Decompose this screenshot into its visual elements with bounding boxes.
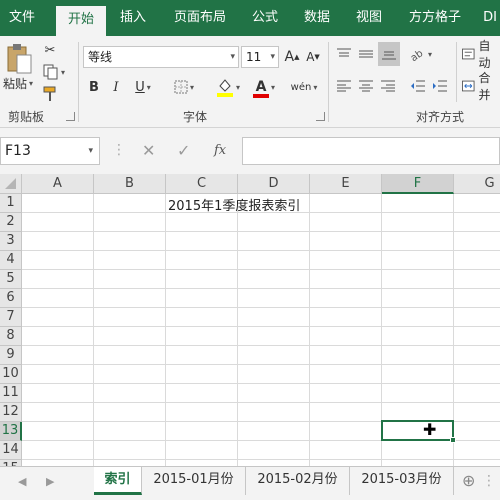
tab-view[interactable]: 视图 xyxy=(348,5,390,31)
formula-bar: F13 ▾ ⋮ ✕ ✓ fx xyxy=(0,128,500,174)
row-header-6[interactable]: 6 xyxy=(0,289,22,308)
grow-font-button[interactable]: A ▲ xyxy=(283,46,301,68)
font-size-select[interactable]: 11 ▾ xyxy=(241,46,279,68)
sheet-tab-2015-01[interactable]: 2015-01月份 xyxy=(142,467,246,495)
align-top-icon[interactable] xyxy=(334,44,354,64)
cut-icon[interactable]: ✂ xyxy=(40,40,60,60)
row-header-9[interactable]: 9 xyxy=(0,346,22,365)
cell-c1[interactable]: 2015年1季度报表索引 xyxy=(168,195,300,214)
row-header-14[interactable]: 14 xyxy=(0,441,22,460)
font-color-button[interactable]: A ▾ xyxy=(248,74,280,100)
svg-text:ab: ab xyxy=(410,48,425,61)
row-header-8[interactable]: 8 xyxy=(0,327,22,346)
tab-fangfang-gezi[interactable]: 方方格子 xyxy=(400,5,470,31)
sheet-tab-index[interactable]: 索引 xyxy=(94,467,142,495)
row-header-11[interactable]: 11 xyxy=(0,384,22,403)
formula-input[interactable] xyxy=(242,137,500,165)
alignment-group-label: 对齐方式 xyxy=(415,110,464,124)
merge-center-button[interactable]: 合并 xyxy=(462,71,500,102)
cancel-icon[interactable]: ✕ xyxy=(142,141,155,160)
sheet-bar-splitter-icon[interactable]: ⋮ xyxy=(482,473,496,489)
wrap-text-button[interactable]: 自动 xyxy=(462,39,500,70)
column-header-a[interactable]: A xyxy=(22,174,94,194)
tab-formulas[interactable]: 公式 xyxy=(244,5,286,31)
fill-color-button[interactable]: ▾ xyxy=(212,74,244,100)
decrease-indent-icon[interactable] xyxy=(408,76,428,96)
tab-data[interactable]: 数据 xyxy=(296,5,338,31)
divider xyxy=(328,42,329,122)
sheet-tab-2015-03[interactable]: 2015-03月份 xyxy=(350,467,454,495)
tab-di[interactable]: DI xyxy=(480,5,500,31)
font-launcher-icon[interactable] xyxy=(316,112,325,121)
orientation-icon[interactable]: ab ▾ xyxy=(406,44,436,64)
align-right-icon[interactable] xyxy=(378,76,398,96)
sheet-tab-bar: ◀ ▶ 索引 2015-01月份 2015-02月份 2015-03月份 ⊕ ⋮ xyxy=(0,466,500,500)
row-header-7[interactable]: 7 xyxy=(0,308,22,327)
formula-bar-grip-icon[interactable]: ⋮ xyxy=(112,142,126,158)
clipboard-group-label: 剪贴板 xyxy=(7,110,44,124)
tab-home[interactable]: 开始 xyxy=(56,6,106,36)
divider xyxy=(78,42,79,122)
font-name-select[interactable]: 等线 ▾ xyxy=(83,46,239,68)
tab-insert[interactable]: 插入 xyxy=(110,5,156,31)
align-middle-icon[interactable] xyxy=(356,44,376,64)
align-left-icon[interactable] xyxy=(334,76,354,96)
column-header-f[interactable]: F xyxy=(382,174,454,194)
format-painter-icon[interactable] xyxy=(40,84,60,104)
scroll-sheets-right-icon[interactable]: ▶ xyxy=(46,475,54,488)
name-box[interactable]: F13 ▾ xyxy=(0,137,100,165)
column-header-b[interactable]: B xyxy=(94,174,166,194)
sheet-tab-2015-02[interactable]: 2015-02月份 xyxy=(246,467,350,495)
shrink-font-button[interactable]: A ▼ xyxy=(304,46,322,68)
scroll-sheets-left-icon[interactable]: ◀ xyxy=(18,475,26,488)
cross-cursor-icon: ✚ xyxy=(423,420,437,439)
row-header-3[interactable]: 3 xyxy=(0,232,22,251)
active-cell-f13[interactable] xyxy=(381,420,454,441)
select-all-corner[interactable] xyxy=(0,174,22,194)
row-header-5[interactable]: 5 xyxy=(0,270,22,289)
add-sheet-icon[interactable]: ⊕ xyxy=(462,471,475,490)
divider xyxy=(456,42,457,102)
clipboard-launcher-icon[interactable] xyxy=(66,112,75,121)
copy-icon[interactable]: ▾ xyxy=(40,62,68,82)
insert-function-icon[interactable]: fx xyxy=(214,143,226,158)
ribbon-tab-bar: 文件 开始 插入 页面布局 公式 数据 视图 方方格子 DI xyxy=(0,0,500,36)
bold-button[interactable]: B xyxy=(86,76,102,98)
column-header-c[interactable]: C xyxy=(166,174,238,194)
worksheet-grid: ABCDEFG 123456789101112131415 2015年1季度报表… xyxy=(0,174,500,466)
row-header-10[interactable]: 10 xyxy=(0,365,22,384)
column-header-e[interactable]: E xyxy=(310,174,382,194)
ribbon-home: 粘贴 ▾ ✂ ▾ 剪贴板 等线 ▾ 11 ▾ A ▲ A ▼ B I U ▾ ▾ ▾ A ▾ … xyxy=(0,36,500,128)
row-header-1[interactable]: 1 xyxy=(0,194,22,213)
align-bottom-icon[interactable] xyxy=(378,42,400,66)
column-header-g[interactable]: G xyxy=(454,174,500,194)
row-header-13[interactable]: 13 xyxy=(0,422,22,441)
increase-indent-icon[interactable] xyxy=(430,76,450,96)
italic-button[interactable]: I xyxy=(108,76,124,98)
phonetic-guide-button[interactable]: wén ▾ xyxy=(288,74,320,100)
row-header-2[interactable]: 2 xyxy=(0,213,22,232)
row-header-12[interactable]: 12 xyxy=(0,403,22,422)
column-header-d[interactable]: D xyxy=(238,174,310,194)
tab-file[interactable]: 文件 xyxy=(0,5,44,31)
row-header-4[interactable]: 4 xyxy=(0,251,22,270)
paste-button[interactable]: 粘贴 ▾ xyxy=(2,74,34,92)
align-center-icon[interactable] xyxy=(356,76,376,96)
border-button[interactable]: ▾ xyxy=(170,76,198,98)
tab-page-layout[interactable]: 页面布局 xyxy=(164,5,236,31)
underline-button[interactable]: U ▾ xyxy=(130,76,156,98)
enter-icon[interactable]: ✓ xyxy=(177,141,190,160)
font-group-label: 字体 xyxy=(182,110,207,124)
fill-handle[interactable] xyxy=(450,437,456,443)
